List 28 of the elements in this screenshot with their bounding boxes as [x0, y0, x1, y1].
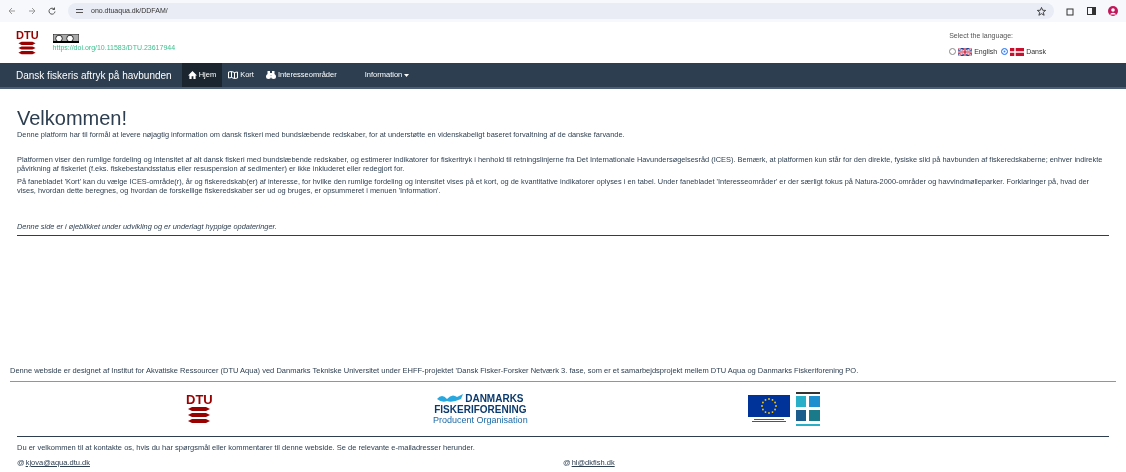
site-settings-icon[interactable] — [76, 8, 83, 14]
dtu-logo-text: DTU — [186, 393, 213, 406]
license-badge-icon — [52, 34, 79, 43]
page-title: Velkommen! — [17, 107, 129, 129]
dtu-logo-icon — [18, 41, 37, 55]
dfpo-logo-text: DANMARKS — [465, 392, 524, 404]
flag-icon — [958, 47, 973, 56]
back-icon[interactable] — [8, 7, 16, 15]
home-icon — [187, 71, 197, 79]
dtu-logo-text: DTU — [16, 30, 39, 41]
fisheries-program-icon — [796, 391, 820, 426]
caret-icon — [404, 73, 410, 77]
language-radio[interactable] — [949, 48, 957, 56]
fish-wave-icon — [437, 393, 464, 403]
dfpo-logo-subtitle: Producent Organisation — [433, 414, 528, 425]
eu-flag-icon — [748, 394, 790, 423]
extensions-icon[interactable] — [1066, 6, 1075, 16]
dtu-logo-icon — [188, 406, 211, 424]
sidebar-icon[interactable] — [1087, 7, 1096, 15]
brand-title[interactable]: Dansk fiskeris aftryk på havbunden — [16, 67, 172, 83]
profile-icon[interactable] — [1108, 6, 1118, 16]
dfpo-logo-text: FISKERIFORENING — [434, 403, 527, 415]
map-icon — [228, 71, 239, 79]
star-icon[interactable] — [1037, 6, 1046, 16]
binoculars-icon — [265, 71, 276, 79]
forward-icon[interactable] — [28, 7, 36, 15]
reload-icon[interactable] — [48, 7, 56, 15]
flag-icon — [1010, 47, 1025, 56]
